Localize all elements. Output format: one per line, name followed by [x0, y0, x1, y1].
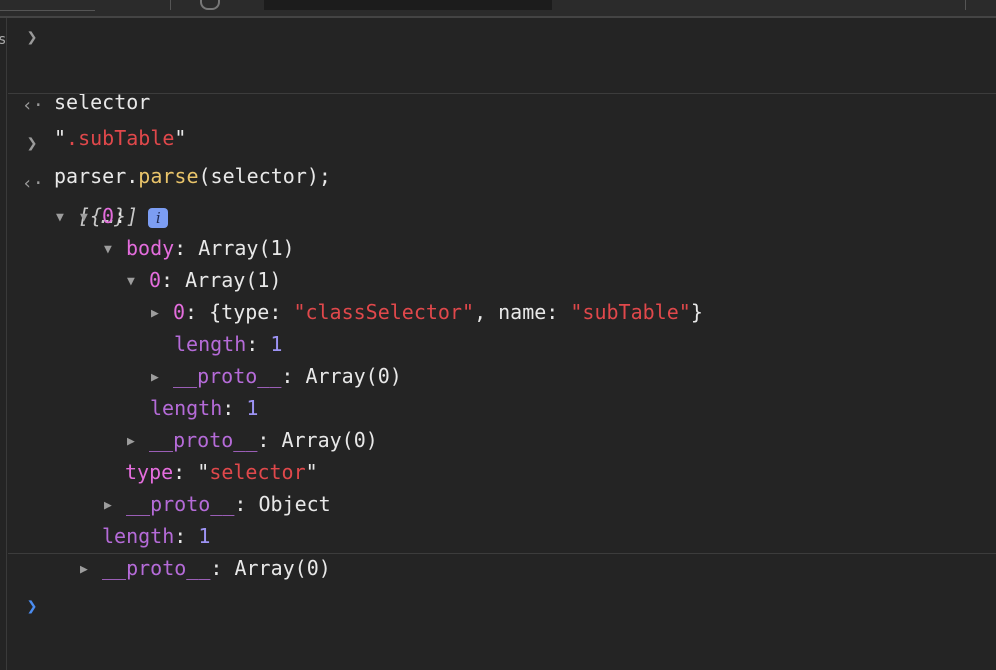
quote: " — [305, 460, 318, 484]
tree-root-row[interactable]: ‹· ▼ [{…}] i — [0, 136, 169, 228]
tree-value: Array(1) — [185, 268, 282, 292]
triangle-down-icon[interactable]: ▼ — [127, 266, 149, 298]
tree-key: __proto__ — [126, 492, 235, 516]
tree-node-row[interactable]: ▼ 0: — [0, 168, 126, 228]
colon: : — [281, 364, 294, 388]
tree-key: body — [126, 236, 175, 260]
colon: : — [234, 492, 247, 516]
tree-value: 1 — [270, 332, 283, 356]
tree-key: length — [174, 332, 247, 356]
tree-preview-open: {type: — [209, 300, 294, 324]
tree-node-row[interactable]: ▼ body: Array(1) — [0, 200, 295, 260]
tab-divider — [170, 0, 171, 10]
tree-node-row[interactable]: ▶ 0: {type: "classSelector", name: "subTa… — [0, 264, 703, 324]
prompt-chevron-icon: ❯ — [26, 596, 38, 617]
filter-input[interactable] — [264, 0, 552, 10]
tree-value: 1 — [246, 396, 259, 420]
tree-value: Object — [258, 492, 331, 516]
tree-node-row: length: 1 — [0, 360, 258, 420]
tree-preview-close: } — [690, 300, 703, 324]
tree-preview-mid: , name: — [474, 300, 571, 324]
triangle-right-icon[interactable]: ▶ — [127, 426, 149, 458]
colon: : — [114, 204, 127, 228]
triangle-down-icon[interactable]: ▼ — [80, 202, 102, 234]
triangle-right-icon[interactable]: ▶ — [151, 362, 173, 394]
tree-value: selector — [209, 460, 306, 484]
refresh-icon[interactable] — [200, 0, 220, 10]
chevron-right-icon: ❯ — [26, 27, 38, 48]
tree-key: 0 — [173, 300, 186, 324]
console-input-row[interactable]: ❯ selector — [0, 22, 151, 114]
devtools-tab-strip — [0, 0, 996, 18]
tree-node-row[interactable]: ▶ __proto__: Array(0) — [0, 392, 378, 452]
tab-fragment[interactable] — [0, 0, 95, 11]
tree-preview-type: "classSelector" — [293, 300, 475, 324]
info-icon[interactable]: i — [148, 207, 169, 228]
triangle-down-icon[interactable]: ▼ — [56, 202, 78, 234]
console-result-row[interactable]: ‹· ".subTable" — [0, 58, 186, 150]
colon: : — [174, 236, 187, 260]
row-divider — [8, 553, 996, 554]
tree-node-row: length: 1 — [0, 488, 210, 548]
colon: : — [173, 460, 186, 484]
chevron-right-icon: ❯ — [26, 133, 38, 154]
console-input-text: selector — [54, 90, 151, 114]
tree-node-row[interactable]: ▶ __proto__: Object — [0, 456, 331, 516]
tree-key: length — [102, 524, 175, 548]
tree-key: 0 — [102, 204, 115, 228]
tree-preview-name: "subTable" — [570, 300, 691, 324]
tree-value: 1 — [198, 524, 211, 548]
console-input-code: parser.parse(selector); — [54, 164, 331, 188]
triangle-down-icon[interactable]: ▼ — [104, 234, 126, 266]
colon: : — [257, 428, 270, 452]
tree-value: Array(1) — [198, 236, 295, 260]
result-arrow-icon: ‹· — [22, 173, 44, 194]
tree-node-row: type: "selector" — [0, 424, 318, 484]
tree-node-row: length: 1 — [0, 296, 282, 356]
tree-key: __proto__ — [173, 364, 282, 388]
tree-node-row[interactable]: ▶ __proto__: Array(0) — [0, 328, 402, 388]
colon: : — [161, 268, 174, 292]
tree-key: 0 — [149, 268, 162, 292]
console-result-value: ".subTable" — [54, 126, 187, 150]
triangle-right-icon[interactable]: ▶ — [151, 298, 173, 330]
tree-key: type — [125, 460, 174, 484]
colon: : — [246, 332, 259, 356]
result-arrow-icon: ‹· — [22, 95, 44, 116]
colon: : — [174, 524, 187, 548]
tree-key: __proto__ — [149, 428, 258, 452]
row-divider — [8, 93, 996, 94]
tree-node-row[interactable]: ▶ __proto__: Array(0) — [0, 520, 331, 580]
console-input-row[interactable]: ❯ parser.parse(selector); — [0, 96, 331, 188]
triangle-right-icon[interactable]: ▶ — [104, 490, 126, 522]
colon: : — [222, 396, 235, 420]
tree-value: Array(0) — [281, 428, 378, 452]
tree-node-row[interactable]: ▼ 0: Array(1) — [0, 232, 281, 292]
tree-key: length — [150, 396, 223, 420]
quote: " — [197, 460, 210, 484]
console-prompt-row[interactable]: ❯ — [0, 559, 996, 617]
colon: : — [185, 300, 198, 324]
tab-divider — [965, 0, 966, 10]
tree-value: Array(0) — [305, 364, 402, 388]
